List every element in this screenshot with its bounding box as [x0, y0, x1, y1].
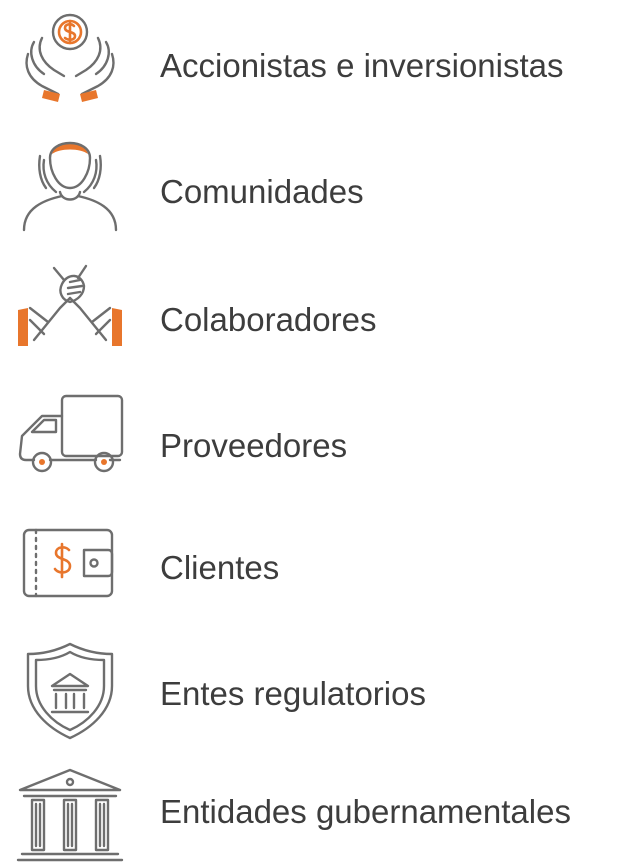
- stakeholder-list: Accionistas e inversionistas Comunidades: [0, 0, 626, 862]
- stakeholder-label: Proveedores: [160, 427, 348, 464]
- stakeholder-label: Comunidades: [160, 173, 364, 210]
- hands-coin-icon: [14, 10, 126, 110]
- list-item: Comunidades: [0, 118, 626, 232]
- person-icon: [14, 136, 126, 236]
- list-item: Colaboradores: [0, 244, 626, 346]
- government-building-icon: [14, 762, 126, 862]
- stakeholder-label: Colaboradores: [160, 301, 377, 338]
- wallet-icon: [14, 500, 126, 600]
- stakeholder-label: Clientes: [160, 549, 280, 586]
- stakeholder-label: Entidades gubernamentales: [160, 793, 571, 830]
- list-item: Entidades gubernamentales: [0, 756, 626, 862]
- stakeholder-label: Accionistas e inversionistas: [160, 47, 564, 84]
- list-item: Accionistas e inversionistas: [0, 0, 626, 102]
- shield-bank-icon: [14, 640, 126, 740]
- list-item: Entes regulatorios: [0, 630, 626, 740]
- list-item: Clientes: [0, 500, 626, 600]
- list-item: Proveedores: [0, 376, 626, 476]
- truck-icon: [14, 390, 126, 490]
- handshake-icon: [14, 262, 126, 362]
- stakeholder-label: Entes regulatorios: [160, 675, 426, 712]
